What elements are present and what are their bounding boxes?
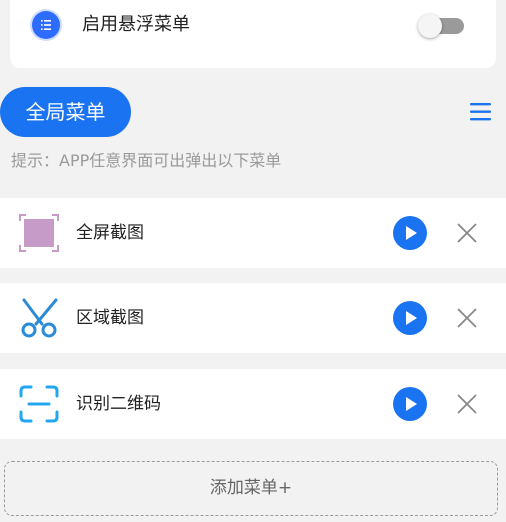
close-icon[interactable] bbox=[456, 307, 478, 329]
play-icon[interactable] bbox=[393, 387, 427, 421]
close-icon[interactable] bbox=[456, 222, 478, 244]
toggle-knob bbox=[418, 14, 442, 38]
add-menu-button[interactable]: 添加菜单+ bbox=[4, 461, 498, 516]
floating-menu-label: 启用悬浮菜单 bbox=[82, 14, 190, 35]
menu-item-fullscreen-screenshot[interactable]: 全屏截图 bbox=[0, 198, 506, 268]
scissors-icon bbox=[18, 298, 60, 338]
qr-scan-icon bbox=[18, 384, 60, 424]
menu-item-label: 全屏截图 bbox=[76, 223, 144, 243]
global-menu-tab[interactable]: 全局菜单 bbox=[0, 87, 131, 137]
play-icon[interactable] bbox=[393, 301, 427, 335]
menu-item-recognize-qr[interactable]: 识别二维码 bbox=[0, 369, 506, 439]
hint-text: 提示：APP任意界面可出弹出以下菜单 bbox=[11, 151, 282, 170]
close-icon[interactable] bbox=[456, 393, 478, 415]
list-icon bbox=[32, 11, 60, 39]
play-icon[interactable] bbox=[393, 216, 427, 250]
floating-menu-toggle[interactable] bbox=[418, 14, 466, 38]
menu-item-area-screenshot[interactable]: 区域截图 bbox=[0, 283, 506, 353]
floating-menu-card: 启用悬浮菜单 bbox=[10, 0, 496, 68]
menu-item-label: 识别二维码 bbox=[76, 394, 161, 414]
hamburger-icon[interactable] bbox=[468, 99, 494, 125]
menu-item-label: 区域截图 bbox=[76, 308, 144, 328]
fullscreen-screenshot-icon bbox=[18, 213, 60, 253]
